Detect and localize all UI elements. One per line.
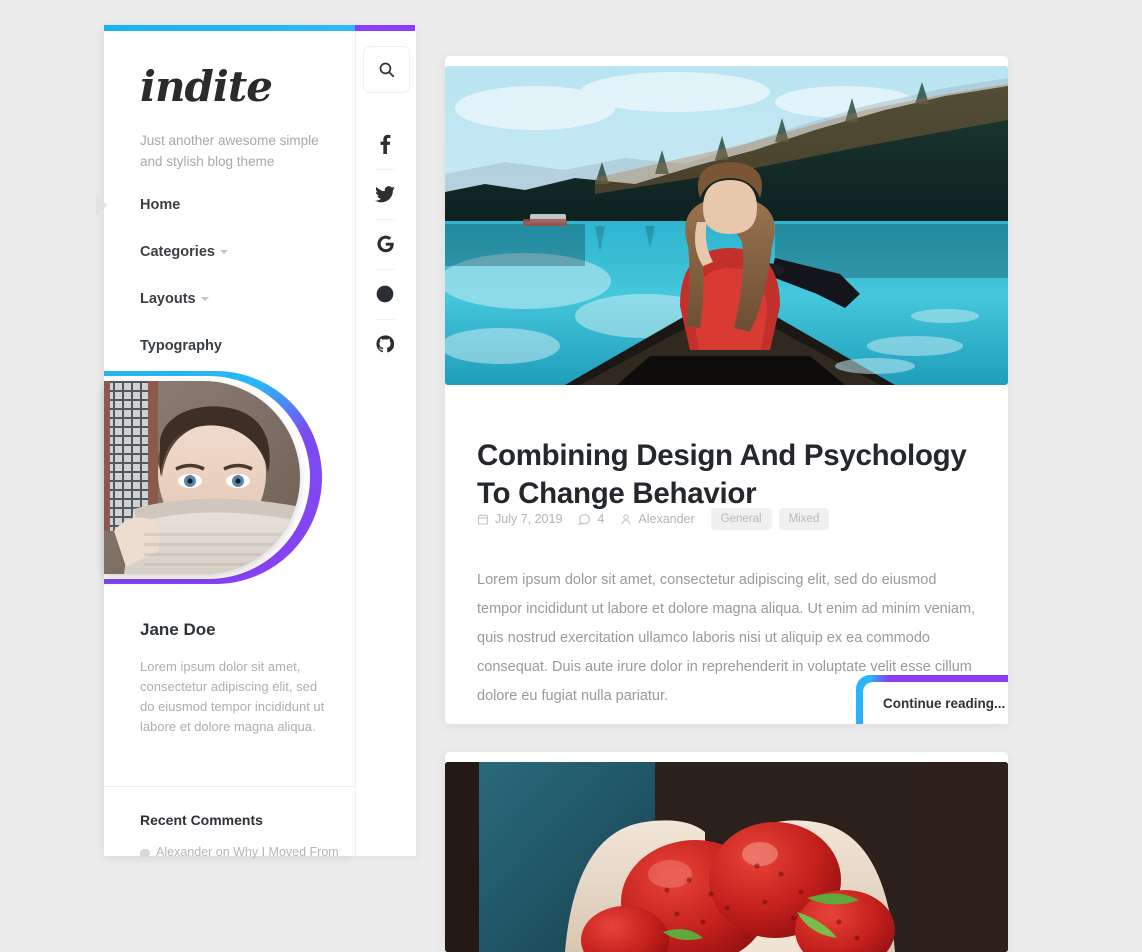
- google-icon: [376, 235, 394, 253]
- active-nav-pointer-icon: [96, 194, 107, 216]
- nav-item-label: Typography: [140, 338, 222, 354]
- post-featured-image[interactable]: [445, 66, 1008, 385]
- nav-item-home[interactable]: Home: [140, 195, 340, 215]
- post-date-text: July 7, 2019: [495, 512, 563, 526]
- post-date: July 7, 2019: [477, 512, 562, 526]
- social-link-twitter[interactable]: [355, 169, 415, 219]
- post-card: [445, 752, 1008, 952]
- continue-reading-button[interactable]: Continue reading...: [863, 682, 1008, 724]
- post-card: Combining Design And Psychology To Chang…: [445, 56, 1008, 724]
- sidebar-divider: [104, 786, 355, 787]
- chevron-down-icon: [200, 297, 209, 302]
- dribbble-icon: [376, 285, 394, 303]
- post-tag-general[interactable]: General: [710, 508, 772, 530]
- social-link-facebook[interactable]: [355, 119, 415, 169]
- nav-item-categories[interactable]: Categories: [140, 242, 340, 262]
- recent-comment-item[interactable]: Alexander on Why I Moved From: [140, 843, 355, 861]
- nav-item-typography[interactable]: Typography: [140, 336, 340, 356]
- post-comment-count-text: 4: [597, 512, 605, 526]
- post-tag-mixed[interactable]: Mixed: [778, 508, 830, 530]
- author-widget: [104, 371, 322, 584]
- avatar: [104, 381, 300, 574]
- nav-item-layouts[interactable]: Layouts: [140, 289, 340, 309]
- social-link-google[interactable]: [355, 219, 415, 269]
- person-icon: [622, 514, 631, 524]
- comment-bubble-icon: [578, 513, 591, 525]
- strawberries-image: [445, 762, 1008, 952]
- avatar-image: [104, 381, 300, 574]
- search-button[interactable]: [363, 46, 410, 93]
- social-link-github[interactable]: [355, 319, 415, 369]
- nav-item-label: Categories: [140, 244, 215, 260]
- nav-item-label: Home: [140, 197, 181, 213]
- calendar-icon: [477, 514, 489, 525]
- post-title[interactable]: Combining Design And Psychology To Chang…: [477, 437, 977, 513]
- continue-reading-label: Continue reading...: [883, 695, 1006, 711]
- page-root: indite Just another awesome simple and s…: [0, 0, 1142, 952]
- post-author-text: Alexander: [638, 512, 695, 526]
- top-accent-bar-blue: [104, 25, 355, 31]
- twitter-icon: [375, 185, 395, 202]
- main-navigation: Home Categories Layouts Typography: [140, 195, 340, 383]
- nav-item-label: Layouts: [140, 291, 196, 307]
- post-author: Alexander: [620, 512, 695, 526]
- facebook-icon: [380, 134, 390, 154]
- post-comment-count: 4: [578, 512, 604, 526]
- site-tagline: Just another awesome simple and stylish …: [140, 133, 319, 169]
- post-meta: July 7, 2019 4 Alexander General Mixed: [477, 508, 836, 530]
- recent-comment-text: Alexander on Why I Moved From: [156, 845, 339, 859]
- canoe-lake-image: [445, 66, 1008, 385]
- author-name: Jane Doe: [140, 620, 216, 639]
- author-bio: Lorem ipsum dolor sit amet, consectetur …: [140, 659, 325, 734]
- social-link-dribbble[interactable]: [355, 269, 415, 319]
- site-logo[interactable]: indite: [140, 66, 273, 108]
- github-icon: [376, 335, 394, 353]
- recent-comments-title: Recent Comments: [140, 812, 263, 828]
- post-featured-image[interactable]: [445, 762, 1008, 952]
- search-icon: [379, 62, 395, 78]
- top-accent-bar-purple: [355, 25, 415, 31]
- continue-reading-wrapper: Continue reading...: [856, 675, 1008, 724]
- chevron-down-icon: [219, 250, 228, 255]
